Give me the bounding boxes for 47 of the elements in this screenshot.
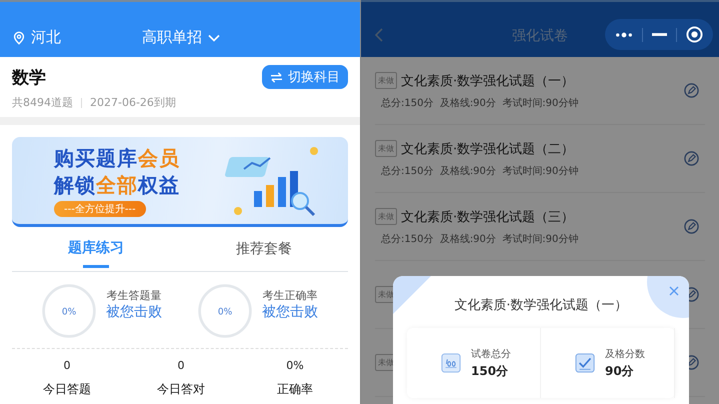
subject-title: 数学 — [12, 66, 46, 88]
checkmark-sheet-icon — [575, 353, 595, 373]
info-label: 及格分数 — [605, 348, 645, 360]
more-icon[interactable] — [615, 32, 633, 38]
close-target-icon[interactable] — [686, 26, 703, 43]
paper-title[interactable]: 文化素质·数学强化试题（三） — [401, 208, 574, 226]
status-tag: 未做 — [375, 140, 397, 157]
question-count: 共8494道题 — [12, 95, 73, 110]
banner-headline: 解锁全部权益 — [54, 172, 180, 198]
tab[interactable]: 推荐套餐 — [180, 227, 348, 271]
paper-title[interactable]: 文化素质·数学强化试题（一） — [401, 72, 574, 90]
page-title: 强化试卷 — [512, 27, 568, 45]
swap-icon — [270, 72, 283, 82]
switch-subject-button[interactable]: 切换科目 — [262, 65, 348, 89]
paper-info: 总分:150分 及格线:90分 考试时间:90分钟 — [380, 164, 578, 178]
membership-banner[interactable]: 购买题库会员 解锁全部权益 ---全方位提升--- — [12, 137, 348, 227]
stat-value: 0 — [64, 359, 70, 372]
score-sheet-icon — [441, 353, 461, 373]
location-pin-icon — [12, 30, 26, 46]
corner-decoration — [393, 276, 431, 314]
paper-info: 总分:150分 及格线:90分 考试时间:90分钟 — [380, 96, 578, 110]
category-dropdown[interactable]: 高职单招 — [142, 28, 220, 47]
location-label[interactable]: 河北 — [31, 28, 61, 47]
dialog-title: 文化素质·数学强化试题（一） — [453, 297, 629, 314]
minimize-icon[interactable] — [652, 32, 667, 36]
status-tag: 未做 — [375, 72, 397, 89]
ring-result: 被您击败 — [262, 302, 318, 320]
ring-percent: 0% — [62, 308, 76, 318]
ring-percent: 0% — [218, 308, 232, 318]
status-tag: 未做 — [375, 208, 397, 225]
info-label: 试卷总分 — [471, 348, 511, 360]
stat-label: 正确率 — [277, 381, 313, 398]
info-value: 90分 — [605, 362, 635, 380]
chevron-down-icon — [208, 34, 220, 42]
ring-caption: 考生答题量 — [106, 288, 162, 302]
paper-title[interactable]: 文化素质·数学强化试题（二） — [401, 140, 574, 158]
banner-pill: ---全方位提升--- — [54, 200, 146, 216]
stat-value: 0 — [178, 359, 184, 372]
stat-value: 0% — [286, 359, 304, 372]
paper-info: 总分:150分 及格线:90分 考试时间:90分钟 — [380, 232, 578, 246]
stat-label: 今日答对 — [157, 381, 205, 398]
banner-headline: 购买题库会员 — [54, 144, 180, 170]
ring-result: 被您击败 — [106, 302, 162, 320]
expiry-date: 2027-06-26到期 — [90, 95, 176, 110]
ring-caption: 考生正确率 — [262, 288, 318, 302]
stat-label: 今日答题 — [43, 381, 91, 398]
info-value: 150分 — [471, 362, 510, 380]
